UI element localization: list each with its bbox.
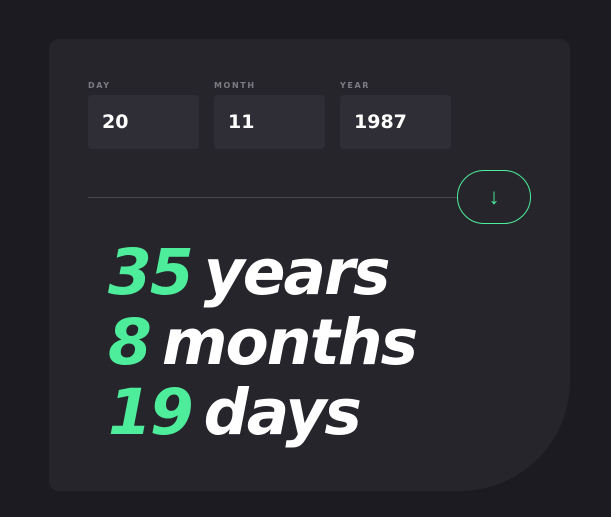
divider bbox=[88, 197, 460, 198]
months-result: 8 months bbox=[108, 306, 418, 379]
month-field: MONTH bbox=[214, 80, 325, 149]
submit-button[interactable]: ↓ bbox=[457, 170, 531, 224]
age-calculator-card: DAY MONTH YEAR ↓ 35years 8months 19days bbox=[49, 39, 570, 491]
months-unit: months bbox=[161, 306, 418, 379]
month-input[interactable] bbox=[214, 95, 325, 149]
days-value: 19 bbox=[108, 376, 194, 449]
days-unit: days bbox=[203, 376, 362, 449]
months-value: 8 bbox=[108, 306, 152, 379]
month-label: MONTH bbox=[214, 81, 256, 90]
days-result: 19 days bbox=[108, 376, 362, 449]
years-result: 35 years bbox=[108, 236, 391, 309]
day-input[interactable] bbox=[88, 95, 199, 149]
years-unit: years bbox=[203, 236, 391, 309]
year-input[interactable] bbox=[340, 95, 451, 149]
day-field: DAY bbox=[88, 80, 199, 149]
year-label: YEAR bbox=[340, 81, 371, 90]
arrow-down-icon: ↓ bbox=[488, 184, 500, 209]
day-label: DAY bbox=[88, 81, 111, 90]
year-field: YEAR bbox=[340, 80, 451, 149]
years-value: 35 bbox=[108, 236, 194, 309]
